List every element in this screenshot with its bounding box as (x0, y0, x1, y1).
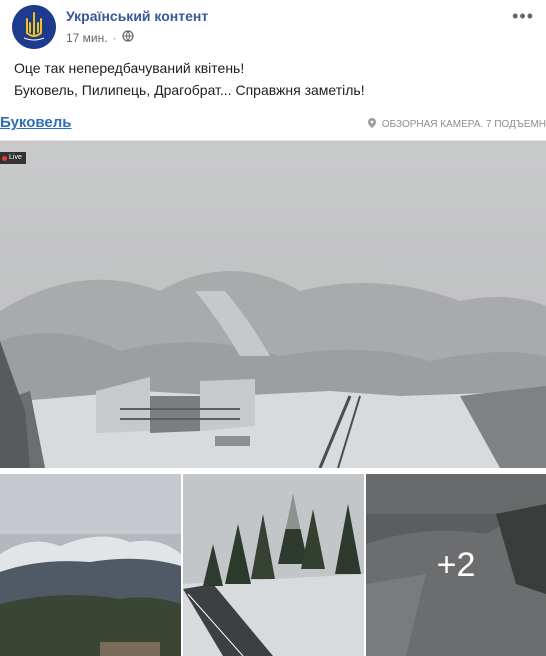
snowy-resort-scene (0, 141, 546, 468)
camera-header-bar: Буковель ОБЗОРНАЯ КАМЕРА. 7 ПОДЪЕМН (0, 109, 546, 141)
record-dot-icon (2, 155, 7, 161)
camera-title: Буковель (0, 114, 72, 131)
camera-location-text: ОБЗОРНАЯ КАМЕРА. 7 ПОДЪЕМН (381, 119, 546, 130)
live-label: Live (9, 154, 22, 161)
meta-separator: · (112, 30, 117, 45)
gallery-photo[interactable] (0, 474, 181, 656)
gallery-photo-more[interactable]: +2 (366, 474, 546, 656)
post-text-line: Буковель, Пилипець, Драгобрат... Справжн… (14, 82, 365, 98)
live-badge: Live (0, 152, 26, 164)
post-meta: 17 мин. · (66, 30, 134, 45)
more-photos-count: +2 (366, 474, 546, 656)
camera-location: ОБЗОРНАЯ КАМЕРА. 7 ПОДЪЕМН (367, 118, 546, 131)
post-text-line: Оце так непередбачуваний квітень! (14, 60, 245, 76)
road-forest-photo (183, 474, 364, 656)
ellipsis-icon[interactable]: ••• (512, 6, 534, 27)
mountain-photo (0, 474, 181, 656)
gallery-photo[interactable] (183, 474, 364, 656)
page-name-link[interactable]: Український контент (66, 8, 208, 24)
page-avatar[interactable] (12, 5, 56, 49)
location-pin-icon (367, 118, 376, 131)
main-photo[interactable]: Буковель ОБЗОРНАЯ КАМЕРА. 7 ПОДЪЕМН Live (0, 109, 546, 468)
post-timestamp[interactable]: 17 мин. (66, 31, 108, 45)
post-message: Оце так непередбачуваний квітень! Букове… (14, 57, 534, 101)
post-header: Український контент 17 мин. · ••• (0, 0, 546, 52)
globe-icon[interactable] (122, 30, 134, 45)
